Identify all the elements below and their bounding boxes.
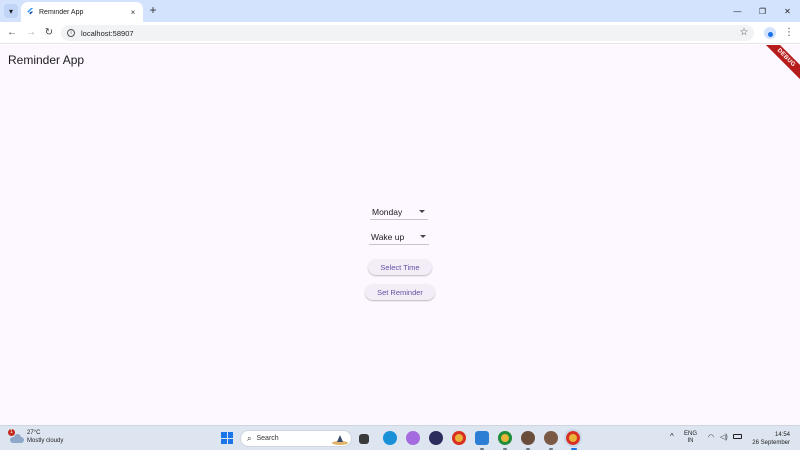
reload-icon[interactable]: ↻ bbox=[42, 26, 56, 40]
url-text: localhost:58907 bbox=[81, 28, 134, 38]
windows-start-icon[interactable] bbox=[221, 432, 233, 444]
task-dropdown-value: Wake up bbox=[371, 231, 405, 242]
battery-icon[interactable] bbox=[733, 434, 742, 439]
weather-condition: Mostly cloudy bbox=[27, 437, 64, 444]
chrome-profile-icon[interactable] bbox=[498, 431, 512, 445]
restore-icon[interactable]: ❐ bbox=[750, 0, 775, 22]
back-icon[interactable]: ← bbox=[5, 26, 19, 40]
forward-icon[interactable]: → bbox=[24, 26, 38, 40]
vscode-icon[interactable] bbox=[475, 431, 489, 445]
screen: ▾ Reminder App × + — ❐ ✕ ← → ↻ i localho… bbox=[0, 0, 800, 450]
day-dropdown-value: Monday bbox=[372, 206, 403, 217]
wifi-icon[interactable]: ◠ bbox=[708, 433, 714, 441]
chrome-active-icon[interactable] bbox=[564, 429, 582, 447]
minimize-icon[interactable]: — bbox=[725, 0, 750, 22]
dropdown-arrow-icon bbox=[420, 235, 426, 238]
chrome-profile-icon[interactable] bbox=[521, 431, 535, 445]
close-window-icon[interactable]: ✕ bbox=[775, 0, 800, 22]
address-bar[interactable]: i localhost:58907 bbox=[61, 25, 754, 41]
system-clock[interactable]: 14:54 26 September bbox=[746, 431, 790, 447]
bookmark-star-icon[interactable]: ☆ bbox=[737, 26, 751, 40]
select-time-button[interactable]: Select Time bbox=[368, 259, 432, 275]
flutter-icon bbox=[27, 8, 34, 15]
notification-badge: 1 bbox=[8, 428, 15, 436]
taskbar-search[interactable]: ⌕ Search bbox=[240, 430, 352, 447]
profile-icon[interactable] bbox=[764, 27, 776, 39]
chrome-icon[interactable] bbox=[452, 431, 466, 445]
page-title: Reminder App bbox=[8, 53, 85, 67]
set-reminder-button[interactable]: Set Reminder bbox=[365, 284, 435, 300]
volume-icon[interactable]: ◁) bbox=[720, 433, 728, 441]
tab-title: Reminder App bbox=[39, 8, 84, 16]
tab-strip: ▾ Reminder App × + — ❐ ✕ bbox=[0, 0, 800, 22]
edge-icon[interactable] bbox=[383, 431, 397, 445]
copilot-icon[interactable] bbox=[406, 431, 420, 445]
browser-toolbar: ← → ↻ i localhost:58907 ☆ ⋮ bbox=[0, 22, 800, 44]
task-dropdown[interactable]: Wake up bbox=[369, 229, 429, 245]
site-info-icon[interactable]: i bbox=[67, 29, 75, 37]
debug-banner: DEBUG bbox=[757, 45, 800, 87]
chevron-down-icon: ▾ bbox=[8, 6, 13, 16]
window-controls: — ❐ ✕ bbox=[725, 0, 800, 22]
taskbar: 1 27°C Mostly cloudy ⌕ Search ^ ENG IN ◠… bbox=[0, 425, 800, 450]
chrome-profile-icon[interactable] bbox=[544, 431, 558, 445]
dropdown-arrow-icon bbox=[419, 210, 425, 213]
more-menu-icon[interactable]: ⋮ bbox=[784, 26, 794, 40]
search-placeholder: Search bbox=[256, 435, 279, 442]
language-indicator[interactable]: ENG IN bbox=[684, 431, 697, 445]
day-dropdown[interactable]: Monday bbox=[370, 204, 428, 220]
app-body: Reminder App DEBUG Monday Wake up Select… bbox=[0, 45, 800, 425]
search-highlight-icon bbox=[332, 435, 348, 445]
tab-search-button[interactable]: ▾ bbox=[4, 4, 18, 18]
weather-temp: 27°C bbox=[27, 430, 41, 436]
tray-overflow-icon[interactable]: ^ bbox=[670, 432, 674, 441]
weather-widget[interactable]: 1 27°C Mostly cloudy bbox=[8, 428, 64, 445]
browser-tab[interactable]: Reminder App × bbox=[21, 2, 143, 22]
file-explorer-icon[interactable] bbox=[359, 434, 369, 444]
new-tab-button[interactable]: + bbox=[147, 4, 159, 16]
search-icon: ⌕ bbox=[247, 433, 252, 443]
cloud-icon: 1 bbox=[8, 428, 24, 443]
close-icon[interactable]: × bbox=[128, 8, 138, 17]
app-icon[interactable] bbox=[429, 431, 443, 445]
